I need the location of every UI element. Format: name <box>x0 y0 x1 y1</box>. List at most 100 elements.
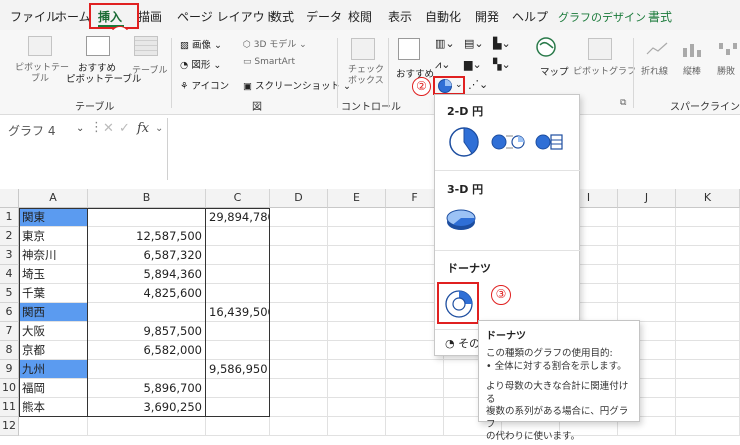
tab-format[interactable]: 書式 <box>648 8 672 25</box>
cell-f11[interactable] <box>386 398 444 417</box>
recommended-pivot-icon[interactable] <box>86 36 110 56</box>
tab-data[interactable]: データ <box>306 8 342 25</box>
row-header[interactable]: 12 <box>0 417 19 436</box>
more-pie-charts-button[interactable]: ◔ その <box>445 335 480 351</box>
column-header-k[interactable]: K <box>676 189 740 208</box>
cell-a5[interactable]: 千葉 <box>19 284 88 303</box>
cell-b6[interactable] <box>88 303 206 322</box>
cell-b10[interactable]: 5,896,700 <box>88 379 206 398</box>
cell-b12[interactable] <box>88 417 206 436</box>
cell-k3[interactable] <box>676 246 740 265</box>
cell-a9[interactable]: 九州 <box>19 360 88 379</box>
cell-e12[interactable] <box>328 417 386 436</box>
cell-a6[interactable]: 関西 <box>19 303 88 322</box>
cell-b1[interactable] <box>88 208 206 227</box>
3d-model-button[interactable]: ⬡ 3D モデル ⌄ <box>243 37 307 50</box>
cell-d12[interactable] <box>270 417 328 436</box>
row-header[interactable]: 9 <box>0 360 19 379</box>
hierarchy-chart-button[interactable]: ▤⌄ <box>464 37 484 50</box>
line-sparkline-icon[interactable] <box>645 40 669 58</box>
cell-c8[interactable] <box>206 341 270 360</box>
cell-a1[interactable]: 関東 <box>19 208 88 227</box>
pivot-table-icon[interactable] <box>28 36 52 56</box>
cell-k1[interactable] <box>676 208 740 227</box>
cancel-icon[interactable]: ✕ <box>103 121 114 136</box>
cell-a10[interactable]: 福岡 <box>19 379 88 398</box>
cell-d7[interactable] <box>270 322 328 341</box>
cell-c11[interactable] <box>206 398 270 417</box>
cell-e4[interactable] <box>328 265 386 284</box>
cell-j3[interactable] <box>618 246 676 265</box>
cell-k4[interactable] <box>676 265 740 284</box>
tab-file[interactable]: ファイル <box>10 8 58 25</box>
cell-d4[interactable] <box>270 265 328 284</box>
cell-c9[interactable]: 9,586,950 <box>206 360 270 379</box>
cell-e5[interactable] <box>328 284 386 303</box>
winloss-sparkline-icon[interactable] <box>716 40 740 58</box>
cell-j1[interactable] <box>618 208 676 227</box>
cell-b2[interactable]: 12,587,500 <box>88 227 206 246</box>
column-header-c[interactable]: C <box>206 189 270 208</box>
cell-e10[interactable] <box>328 379 386 398</box>
cell-c10[interactable] <box>206 379 270 398</box>
tab-help[interactable]: ヘルプ <box>512 8 548 25</box>
cell-a8[interactable]: 京都 <box>19 341 88 360</box>
cell-c4[interactable] <box>206 265 270 284</box>
cell-a7[interactable]: 大阪 <box>19 322 88 341</box>
tab-home[interactable]: ホーム <box>55 8 91 25</box>
cell-d1[interactable] <box>270 208 328 227</box>
cell-k8[interactable] <box>676 341 740 360</box>
cell-d5[interactable] <box>270 284 328 303</box>
pie-chart-dropdown-arrow[interactable]: ⌄ <box>455 80 463 90</box>
cell-f9[interactable] <box>386 360 444 379</box>
tab-draw[interactable]: 描画 <box>138 8 162 25</box>
cell-a11[interactable]: 熊本 <box>19 398 88 417</box>
cell-j5[interactable] <box>618 284 676 303</box>
insert-function-button[interactable]: fx <box>137 121 149 136</box>
tab-formulas[interactable]: 数式 <box>270 8 294 25</box>
cell-e1[interactable] <box>328 208 386 227</box>
row-header[interactable]: 8 <box>0 341 19 360</box>
screenshot-button[interactable]: ▣ スクリーンショット ⌄ <box>243 78 351 92</box>
cell-d8[interactable] <box>270 341 328 360</box>
cell-k9[interactable] <box>676 360 740 379</box>
enter-icon[interactable]: ✓ <box>119 121 130 136</box>
cell-c1[interactable]: 29,894,780 <box>206 208 270 227</box>
cell-b5[interactable]: 4,825,600 <box>88 284 206 303</box>
cell-d10[interactable] <box>270 379 328 398</box>
column-header-a[interactable]: A <box>19 189 88 208</box>
tab-chart-design[interactable]: グラフのデザイン <box>558 9 646 25</box>
row-header[interactable]: 6 <box>0 303 19 322</box>
tab-page-layout[interactable]: ページ レイアウト <box>177 8 277 25</box>
smartart-button[interactable]: ▭ SmartArt <box>243 57 295 67</box>
pie-3d-option[interactable] <box>445 205 481 235</box>
donut-chart-option[interactable] <box>443 288 475 320</box>
formula-bar-menu-icon[interactable]: ⋮ <box>90 120 103 135</box>
cell-a3[interactable]: 神奈川 <box>19 246 88 265</box>
cell-b9[interactable] <box>88 360 206 379</box>
tab-review[interactable]: 校閲 <box>348 8 372 25</box>
cell-c12[interactable] <box>206 417 270 436</box>
row-header[interactable]: 7 <box>0 322 19 341</box>
cell-d9[interactable] <box>270 360 328 379</box>
pie-2d-option[interactable] <box>449 127 479 157</box>
cell-c2[interactable] <box>206 227 270 246</box>
row-header[interactable]: 2 <box>0 227 19 246</box>
column-chart-button[interactable]: ▥⌄ <box>435 37 455 50</box>
row-header[interactable]: 10 <box>0 379 19 398</box>
combo-chart-button[interactable]: ▚⌄ <box>493 58 511 71</box>
row-header[interactable]: 1 <box>0 208 19 227</box>
cell-b3[interactable]: 6,587,320 <box>88 246 206 265</box>
cell-b7[interactable]: 9,857,500 <box>88 322 206 341</box>
cell-b11[interactable]: 3,690,250 <box>88 398 206 417</box>
cell-c7[interactable] <box>206 322 270 341</box>
cell-e2[interactable] <box>328 227 386 246</box>
column-header-d[interactable]: D <box>270 189 328 208</box>
pie-of-pie-option[interactable] <box>491 134 525 150</box>
cell-d2[interactable] <box>270 227 328 246</box>
cell-a4[interactable]: 埼玉 <box>19 265 88 284</box>
pivot-chart-icon[interactable] <box>588 38 612 60</box>
cell-e3[interactable] <box>328 246 386 265</box>
image-button[interactable]: ▨ 画像 ⌄ <box>180 37 222 51</box>
row-header[interactable]: 5 <box>0 284 19 303</box>
